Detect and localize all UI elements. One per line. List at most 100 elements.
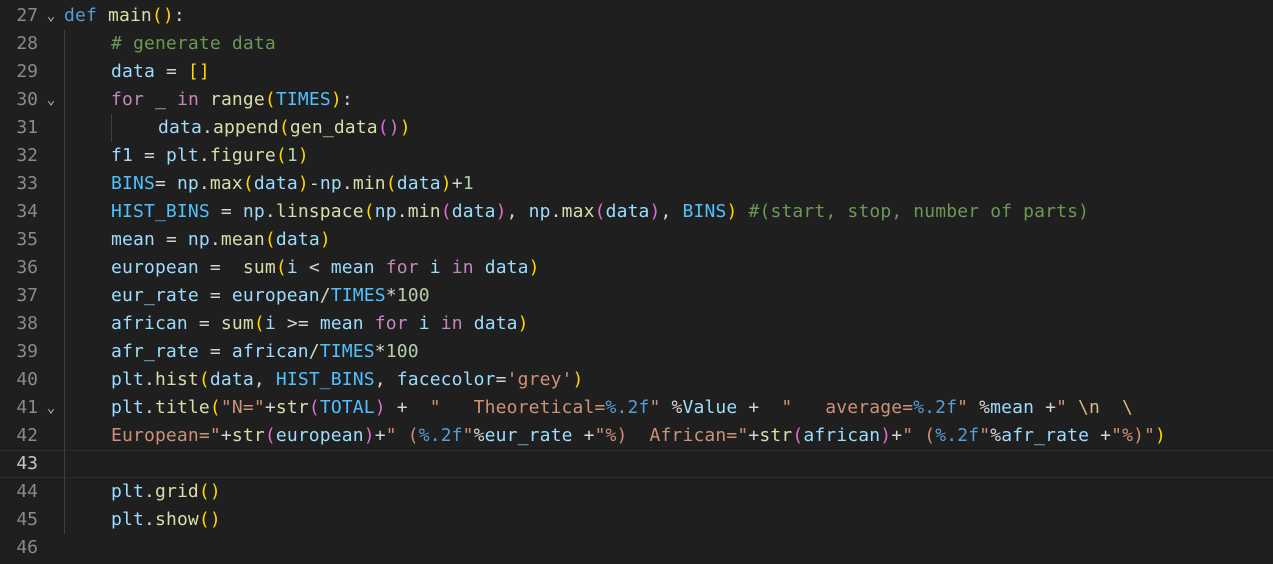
code-token: . bbox=[396, 201, 408, 222]
code-token: np bbox=[374, 201, 397, 222]
code-line[interactable]: 34 HIST_BINS = np.linspace(np.min(data), … bbox=[0, 198, 1273, 226]
code-token: = bbox=[154, 173, 177, 194]
code-token: data bbox=[253, 173, 298, 194]
code-line[interactable]: 41 ⌄ plt.title("N="+str(TOTAL) + " Theoret… bbox=[0, 394, 1273, 422]
code-line[interactable]: 32 f1 = plt.figure(1) bbox=[0, 142, 1273, 170]
code-line[interactable]: 30 ⌄ for _ in range(TIMES): bbox=[0, 86, 1273, 114]
code-token: ) bbox=[319, 229, 331, 250]
code-token: data bbox=[473, 313, 518, 334]
line-number: 40 bbox=[16, 369, 38, 390]
code-token: i bbox=[429, 257, 441, 278]
code-token: african bbox=[803, 425, 881, 446]
code-token: np bbox=[319, 173, 342, 194]
code-token: % bbox=[968, 397, 991, 418]
code-token: data bbox=[605, 201, 650, 222]
code-token: %.2f bbox=[935, 425, 980, 446]
code-text: data.append(gen_data()) bbox=[158, 114, 411, 142]
line-number: 29 bbox=[16, 61, 38, 82]
code-token: str bbox=[231, 425, 265, 446]
code-text: # generate data bbox=[111, 30, 276, 58]
code-token: " bbox=[1056, 397, 1079, 418]
line-number: 27 bbox=[16, 5, 38, 26]
code-token: afr_rate bbox=[1001, 425, 1090, 446]
code-token: european bbox=[275, 425, 364, 446]
code-line[interactable]: 37 eur_rate = european/TIMES*100 bbox=[0, 282, 1273, 310]
code-token: "N=" bbox=[220, 397, 265, 418]
code-line[interactable]: 38 african = sum(i >= mean for i in data) bbox=[0, 310, 1273, 338]
code-token: ) bbox=[517, 313, 529, 334]
code-token: ) bbox=[363, 425, 375, 446]
code-token: data bbox=[209, 369, 254, 390]
code-token: % bbox=[660, 397, 683, 418]
code-token: title bbox=[154, 397, 210, 418]
code-token: TIMES bbox=[319, 341, 375, 362]
code-token: mean bbox=[330, 257, 375, 278]
code-token: "%)" bbox=[1111, 425, 1156, 446]
line-number: 43 bbox=[16, 453, 38, 474]
code-token: plt bbox=[111, 509, 144, 530]
code-token: "%) African=" bbox=[594, 425, 749, 446]
fold-chevron-icon[interactable]: ⌄ bbox=[44, 86, 58, 114]
fold-chevron-icon[interactable]: ⌄ bbox=[44, 2, 58, 30]
code-line[interactable]: 43 bbox=[0, 450, 1273, 478]
code-line[interactable]: 31 data.append(gen_data()) bbox=[0, 114, 1273, 142]
code-token: np bbox=[176, 173, 199, 194]
code-token: in bbox=[440, 313, 463, 334]
code-token: . bbox=[143, 509, 155, 530]
code-line[interactable]: 44 plt.grid() bbox=[0, 478, 1273, 506]
code-token: grid bbox=[154, 481, 199, 502]
code-text: HIST_BINS = np.linspace(np.min(data), np… bbox=[111, 198, 1089, 226]
code-token: data bbox=[451, 201, 496, 222]
code-line[interactable]: 46 bbox=[0, 534, 1273, 562]
code-token: 100 bbox=[385, 341, 419, 362]
code-token: . bbox=[143, 397, 155, 418]
code-text: plt.show() bbox=[111, 506, 221, 534]
code-line[interactable]: 40 plt.hist(data, HIST_BINS, facecolor='g… bbox=[0, 366, 1273, 394]
code-token: range bbox=[209, 89, 265, 110]
code-line[interactable]: 36 european = sum(i < mean for i in data) bbox=[0, 254, 1273, 282]
code-token: = bbox=[132, 145, 166, 166]
code-token: african bbox=[231, 341, 309, 362]
code-token: ( bbox=[264, 425, 276, 446]
code-token: + bbox=[891, 425, 903, 446]
line-number: 30 bbox=[16, 89, 38, 110]
indent-guide bbox=[64, 451, 65, 477]
code-token: European=" bbox=[111, 425, 221, 446]
code-token: mean bbox=[220, 229, 265, 250]
code-token: " ( bbox=[385, 425, 419, 446]
code-token: + bbox=[220, 425, 232, 446]
code-token: plt bbox=[165, 145, 199, 166]
code-line[interactable]: 28 # generate data bbox=[0, 30, 1273, 58]
code-line[interactable]: 45 plt.show() bbox=[0, 506, 1273, 534]
code-line[interactable]: 27 ⌄ def main(): bbox=[0, 2, 1273, 30]
code-token: , bbox=[660, 201, 683, 222]
indent-guide bbox=[64, 282, 65, 310]
code-token: european bbox=[111, 257, 199, 278]
indent-guide bbox=[64, 366, 65, 394]
code-token: - bbox=[308, 173, 320, 194]
code-token: ) bbox=[374, 397, 386, 418]
code-token: for bbox=[385, 257, 419, 278]
code-line[interactable]: 29 data = [] bbox=[0, 58, 1273, 86]
code-line[interactable]: 42 European="+str(european)+" (%.2f"%eur_… bbox=[0, 422, 1273, 450]
code-token: figure bbox=[209, 145, 276, 166]
line-number: 36 bbox=[16, 257, 38, 278]
code-token: hist bbox=[154, 369, 199, 390]
indent-guide bbox=[64, 310, 65, 338]
code-token: = bbox=[198, 257, 243, 278]
fold-chevron-icon[interactable]: ⌄ bbox=[44, 394, 58, 422]
code-token: plt bbox=[111, 481, 144, 502]
code-editor[interactable]: 27 ⌄ def main(): 28 # generate data 29 data = … bbox=[0, 0, 1273, 564]
code-line[interactable]: 33 BINS= np.max(data)-np.min(data)+1 bbox=[0, 170, 1273, 198]
code-token: gen_data bbox=[289, 117, 378, 138]
code-token: = bbox=[187, 313, 221, 334]
code-line[interactable]: 35 mean = np.mean(data) bbox=[0, 226, 1273, 254]
line-number: 42 bbox=[16, 425, 38, 446]
code-token: f1 bbox=[111, 145, 133, 166]
code-text: eur_rate = european/TIMES*100 bbox=[111, 282, 430, 310]
code-text: BINS= np.max(data)-np.min(data)+1 bbox=[111, 170, 474, 198]
code-token: + bbox=[374, 425, 386, 446]
code-token: sum bbox=[220, 313, 254, 334]
code-line[interactable]: 39 afr_rate = african/TIMES*100 bbox=[0, 338, 1273, 366]
